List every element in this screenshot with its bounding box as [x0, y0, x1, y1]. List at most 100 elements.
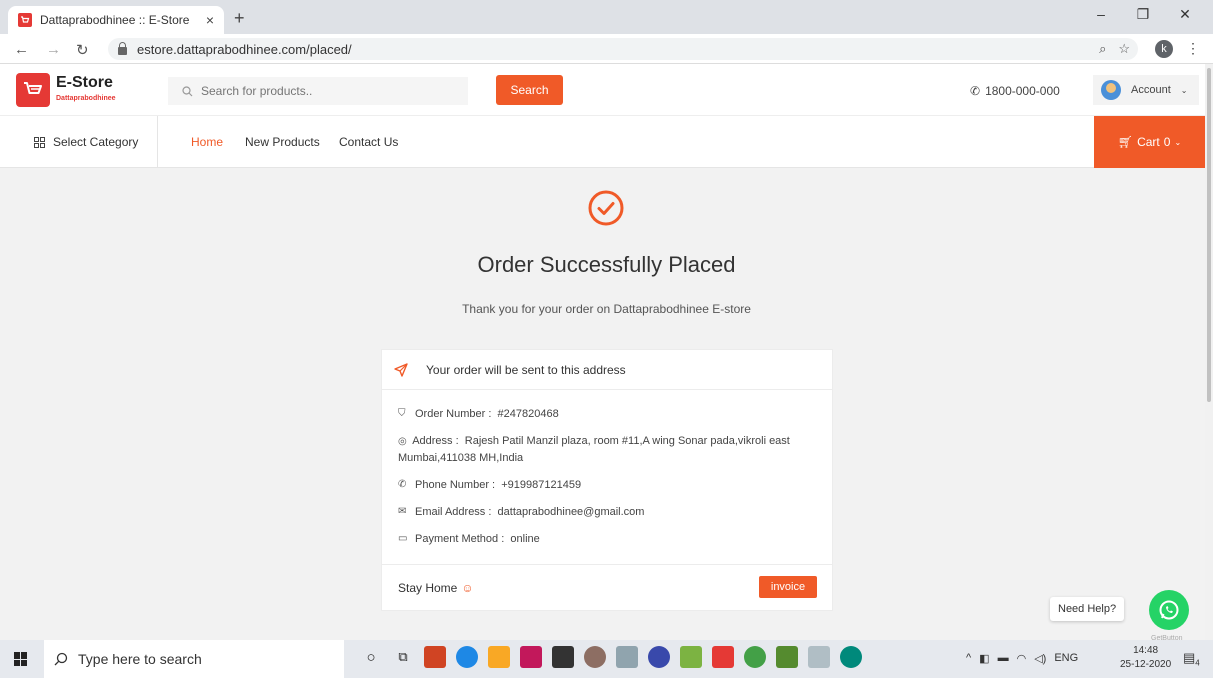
store-icon[interactable] [552, 646, 574, 668]
notification-count: 4 [1195, 658, 1200, 668]
card-header: Your order will be sent to this address [382, 350, 832, 390]
email-label: Email Address : [415, 506, 492, 518]
phone-label: Phone Number : [415, 479, 496, 491]
windows-taskbar: Type here to search ○ ⧉ ^ ◧ ▬ ◠ ◁) ENG 1… [0, 640, 1213, 678]
invoice-button[interactable]: invoice [759, 576, 817, 598]
taskbar-search[interactable]: Type here to search [44, 640, 344, 678]
tab-title: Dattaprabodhinee :: E-Store [40, 13, 190, 27]
notification-center-icon[interactable]: ▤4 [1183, 650, 1200, 668]
taskbar-clock[interactable]: 14:48 25-12-2020 [1120, 644, 1171, 672]
payment-label: Payment Method : [415, 533, 505, 545]
address-label: Address : [412, 435, 459, 447]
order-number-row: ⛉ Order Number : #247820468 [398, 406, 816, 422]
bag-icon: ⛉ [398, 408, 406, 419]
search-icon [182, 85, 193, 96]
clock-time: 14:48 [1133, 645, 1159, 656]
windows-start-icon[interactable] [14, 652, 28, 666]
back-arrow-icon[interactable]: ← [14, 41, 29, 58]
nav-link-home[interactable]: Home [191, 135, 223, 149]
payment-value: online [510, 533, 540, 545]
app-icon-brown[interactable] [584, 646, 606, 668]
menu-kebab-icon[interactable]: ⋮ [1186, 40, 1200, 57]
scrollbar-thumb[interactable] [1207, 68, 1211, 402]
new-tab-button[interactable]: + [234, 8, 245, 29]
logo-subtitle: Dattaprabodhinee [56, 95, 116, 102]
smile-icon: ☺ [461, 581, 474, 595]
address-bar[interactable]: estore.dattaprabodhinee.com/placed/ ⌕ ☆ [108, 38, 1138, 60]
browser-tab[interactable]: Dattaprabodhinee :: E-Store × [8, 6, 224, 34]
cart-button[interactable]: 🛒︎ Cart 0 ⌄ [1094, 116, 1205, 168]
clock-date: 25-12-2020 [1120, 659, 1172, 670]
phone-icon: ✆ [398, 479, 407, 490]
phone-icon: ✆ [970, 84, 981, 98]
check-circle-icon [588, 190, 624, 226]
chevron-down-icon: ⌄ [1180, 85, 1188, 95]
search-input[interactable] [201, 84, 461, 98]
tab-close-icon[interactable]: × [206, 12, 214, 28]
app-icon-green[interactable] [680, 646, 702, 668]
paint-icon[interactable] [808, 646, 830, 668]
select-category-button[interactable]: Select Category [0, 116, 158, 168]
app-icon-pulse[interactable] [840, 646, 862, 668]
page-title: Order Successfully Placed [477, 252, 736, 277]
address-row: ◎ Address : Rajesh Patil Manzil plaza, r… [398, 433, 816, 466]
page-subtitle: Thank you for your order on Dattaprabodh… [462, 302, 751, 316]
volume-icon[interactable]: ◁) [1034, 652, 1046, 665]
nav-link-contact-us[interactable]: Contact Us [339, 135, 398, 149]
browser-toolbar: ← → ↻ estore.dattaprabodhinee.com/placed… [0, 34, 1213, 64]
lock-icon [118, 41, 127, 55]
paper-plane-icon [394, 362, 408, 377]
phone-contact[interactable]: ✆ 1800-000-000 [970, 84, 1060, 98]
chevron-up-icon[interactable]: ^ [966, 652, 971, 665]
whatsapp-button[interactable] [1149, 590, 1189, 630]
card-header-text: Your order will be sent to this address [426, 362, 626, 377]
stay-home-label: Stay Home [398, 581, 458, 595]
forward-arrow-icon[interactable]: → [46, 41, 61, 58]
tray-app-icon[interactable]: ◧ [979, 652, 989, 665]
account-avatar-icon [1101, 80, 1121, 100]
order-number-label: Order Number : [415, 408, 492, 420]
main-navbar: Select Category Home New Products Contac… [0, 116, 1205, 168]
whatsapp-icon [1159, 600, 1179, 620]
battery-icon[interactable]: ▬ [998, 652, 1009, 665]
bookmark-star-icon[interactable]: ☆ [1118, 41, 1130, 57]
select-category-label: Select Category [53, 135, 139, 149]
edge-icon[interactable] [456, 646, 478, 668]
logo-cart-icon[interactable] [16, 73, 50, 107]
cortana-icon[interactable]: ○ [360, 646, 382, 668]
search-icon [54, 652, 68, 666]
payment-row: ▭ Payment Method : online [398, 531, 816, 547]
app-icon-c[interactable] [648, 646, 670, 668]
restore-button[interactable]: ❐ [1128, 6, 1158, 23]
app-icon-red[interactable] [424, 646, 446, 668]
app-icon-grey[interactable] [616, 646, 638, 668]
chrome-icon[interactable] [744, 646, 766, 668]
search-button[interactable]: Search [496, 75, 563, 105]
cart-label: Cart [1137, 135, 1160, 149]
email-row: ✉ Email Address : dattaprabodhinee@gmail… [398, 504, 816, 520]
envelope-icon: ✉ [398, 506, 407, 517]
logo-title: E-Store [56, 74, 113, 91]
zoom-icon[interactable]: ⌕ [1099, 41, 1106, 57]
file-explorer-icon[interactable] [488, 646, 510, 668]
wifi-icon[interactable]: ◠ [1017, 652, 1027, 665]
reload-icon[interactable]: ↻ [76, 41, 89, 59]
nav-link-new-products[interactable]: New Products [245, 135, 320, 149]
profile-avatar[interactable]: k [1155, 40, 1173, 58]
window-close-button[interactable]: ✕ [1170, 6, 1200, 23]
url-text: estore.dattaprabodhinee.com/placed/ [137, 41, 352, 57]
app-icon-book[interactable] [520, 646, 542, 668]
need-help-tooltip[interactable]: Need Help? [1050, 597, 1125, 621]
language-indicator[interactable]: ENG [1054, 652, 1078, 665]
app-icon-chart[interactable] [776, 646, 798, 668]
task-view-icon[interactable]: ⧉ [392, 646, 414, 668]
order-number-value: #247820468 [497, 408, 559, 420]
card-footer: Stay Home ☺ invoice [382, 564, 832, 612]
account-menu[interactable]: Account ⌄ [1093, 75, 1199, 105]
minimize-button[interactable]: – [1086, 6, 1116, 22]
taskbar-search-placeholder: Type here to search [78, 651, 202, 667]
app-icon-f[interactable] [712, 646, 734, 668]
stay-home-text: Stay Home ☺ [398, 581, 474, 595]
chevron-down-icon: ⌄ [1174, 137, 1182, 147]
site-header: E-Store Dattaprabodhinee Search ✆ 1800-0… [0, 64, 1205, 116]
